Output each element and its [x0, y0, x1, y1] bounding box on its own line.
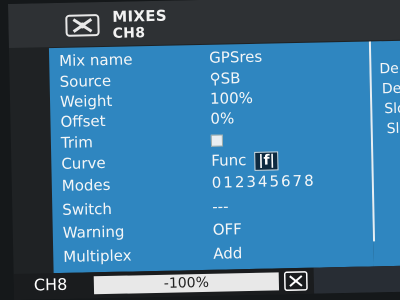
trim-label: Trim [60, 133, 94, 152]
source-text: SB [220, 69, 241, 88]
page-title: MIXES [112, 6, 168, 26]
offset-value[interactable]: 0% [210, 109, 234, 127]
checkbox-icon [210, 134, 224, 147]
slow-up-label[interactable]: Slo [384, 101, 400, 117]
switch-icon: ⚲ [209, 69, 221, 88]
curve-text: Func [211, 151, 247, 170]
switch-label: Switch [62, 199, 113, 219]
output-bar: -100% [93, 272, 280, 295]
mix-name-value[interactable]: GPSres [209, 48, 262, 67]
source-label: Source [59, 71, 112, 91]
page-header: MIXES CH8 [8, 0, 400, 48]
mix-name-label: Mix name [59, 50, 133, 70]
curve-func-badge[interactable]: |f| [254, 151, 279, 171]
warning-value[interactable]: OFF [213, 220, 242, 239]
modes-value[interactable]: 012345678 [212, 172, 316, 192]
row-multiplex[interactable]: Multiplex Add [53, 241, 373, 270]
modes-label: Modes [61, 175, 111, 195]
slow-down-label[interactable]: Slo [387, 121, 400, 137]
watermark [313, 265, 400, 294]
weight-value[interactable]: 100% [210, 89, 253, 108]
channel-label: CH8 [33, 274, 68, 295]
mix-settings-panel: Mix name GPSres Source ⚲SB Weight 100% O… [48, 41, 374, 274]
delay-down-label[interactable]: Dela [382, 81, 400, 98]
multiplex-value[interactable]: Add [213, 244, 242, 263]
offset-label: Offset [60, 111, 106, 131]
curve-value[interactable]: Func |f| [211, 150, 279, 171]
right-panel: Dela Dela Slo Slo [368, 40, 400, 267]
multiplex-label: Multiplex [63, 246, 132, 266]
weight-label: Weight [59, 91, 113, 111]
curve-label: Curve [61, 153, 106, 173]
warning-label: Warning [62, 222, 125, 242]
trim-checkbox[interactable] [210, 131, 224, 149]
page-subtitle: CH8 [112, 25, 146, 42]
mixer-icon [283, 271, 308, 291]
mixer-icon [65, 14, 100, 37]
output-bar-value: -100% [163, 274, 210, 292]
source-value[interactable]: ⚲SB [209, 69, 240, 88]
delay-up-label[interactable]: Dela [379, 61, 400, 78]
switch-value[interactable]: --- [212, 197, 229, 215]
radio-screen: MIXES CH8 Mix name GPSres Source ⚲SB Wei… [8, 0, 400, 300]
